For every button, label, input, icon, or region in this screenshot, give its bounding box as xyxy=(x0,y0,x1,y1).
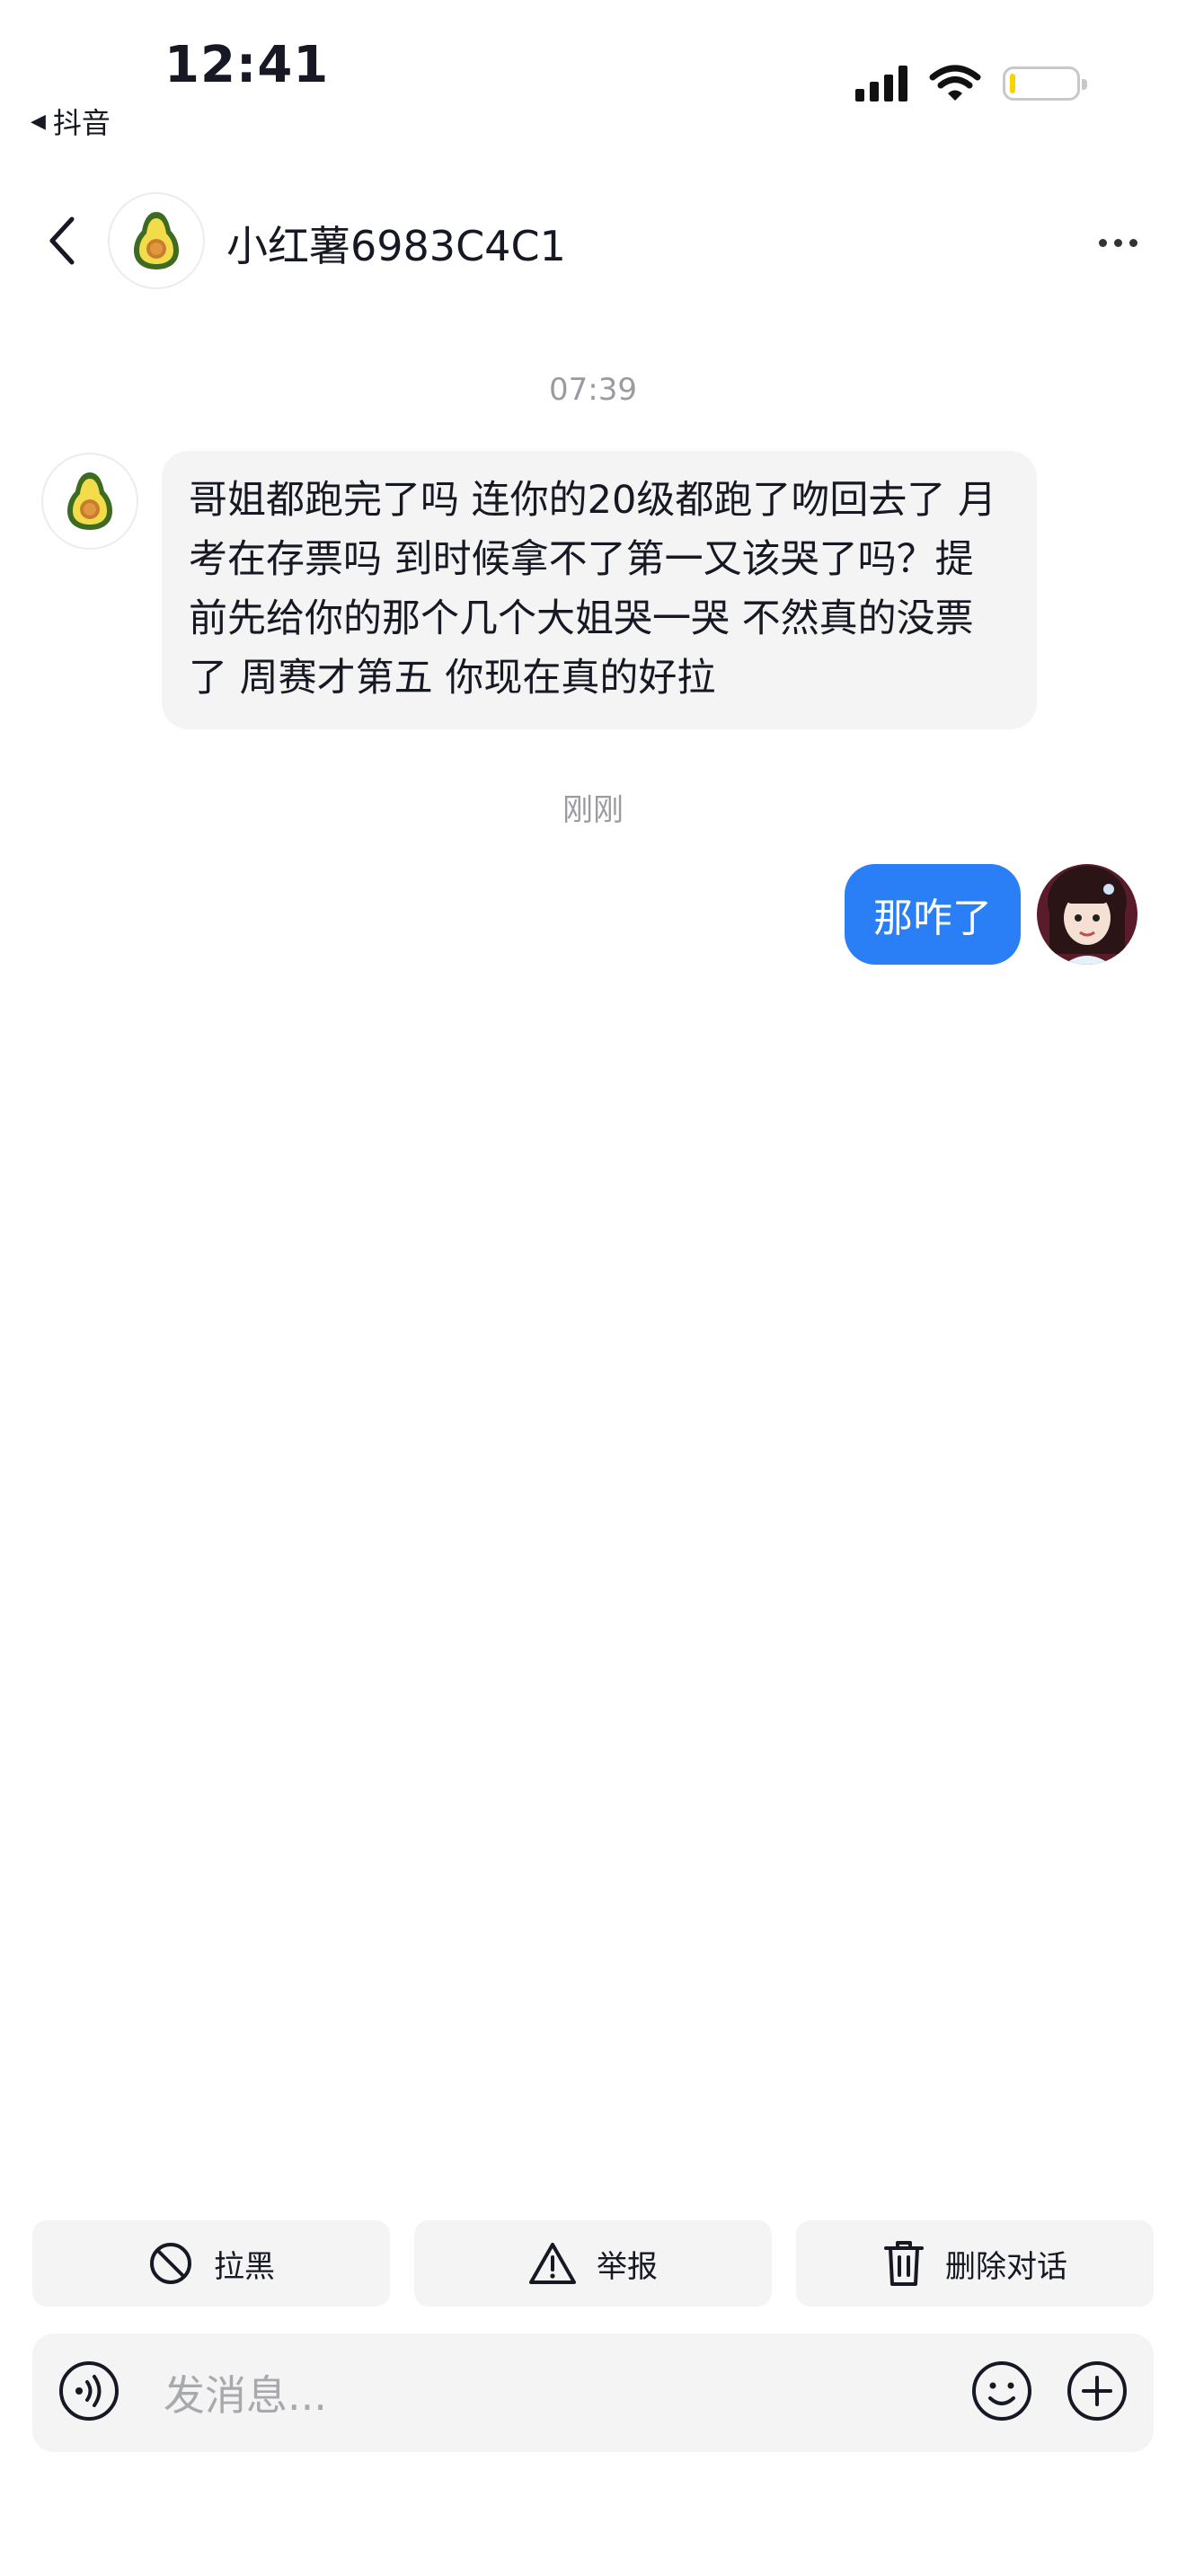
outgoing-message-bubble[interactable]: 那咋了 xyxy=(845,864,1021,965)
wifi-icon xyxy=(929,65,981,101)
report-button[interactable]: 举报 xyxy=(414,2220,772,2307)
more-dot-icon xyxy=(1099,238,1107,247)
plus-circle-icon xyxy=(1067,2361,1127,2421)
add-attachment-button[interactable] xyxy=(1066,2360,1128,2426)
block-button[interactable]: 拉黑 xyxy=(32,2220,390,2307)
sender-avatar[interactable] xyxy=(41,453,138,550)
conversation-actions: 拉黑 举报 删除对话 xyxy=(32,2220,1154,2307)
status-time: 12:41 xyxy=(164,36,330,94)
trash-icon xyxy=(884,2241,924,2286)
block-label: 拉黑 xyxy=(214,2248,275,2285)
delete-label: 删除对话 xyxy=(945,2248,1067,2285)
avocado-icon xyxy=(134,212,179,269)
status-icons xyxy=(855,65,1087,102)
report-label: 举报 xyxy=(597,2248,658,2285)
chevron-left-icon xyxy=(49,216,75,265)
voice-icon xyxy=(59,2361,119,2421)
smiley-icon xyxy=(972,2361,1031,2421)
more-options-button[interactable] xyxy=(1099,225,1137,260)
message-timestamp: 刚刚 xyxy=(562,792,624,828)
delete-conversation-button[interactable]: 删除对话 xyxy=(796,2220,1154,2307)
contact-avatar[interactable] xyxy=(108,192,205,289)
voice-input-button[interactable] xyxy=(58,2360,120,2426)
message-timestamp: 07:39 xyxy=(549,372,637,408)
block-icon xyxy=(150,2243,191,2284)
back-button[interactable] xyxy=(40,214,84,268)
message-composer: 发消息... xyxy=(32,2333,1154,2452)
back-triangle-icon: ◀ xyxy=(31,110,46,133)
back-app-label: 抖音 xyxy=(52,106,111,140)
warning-icon xyxy=(529,2243,576,2284)
emoji-button[interactable] xyxy=(970,2360,1033,2426)
avocado-icon xyxy=(67,472,112,530)
incoming-message-bubble[interactable]: 哥姐都跑完了吗 连你的20级都跑了吻回去了 月考在存票吗 到时候拿不了第一又该哭… xyxy=(162,451,1037,729)
cellular-signal-icon xyxy=(855,66,907,101)
more-dot-icon xyxy=(1114,238,1122,247)
battery-icon xyxy=(1003,66,1087,101)
message-input[interactable]: 发消息... xyxy=(164,2363,970,2422)
back-to-app-link[interactable]: ◀ 抖音 xyxy=(31,101,111,142)
user-photo-avatar-icon xyxy=(1037,864,1137,965)
more-dot-icon xyxy=(1129,238,1137,247)
my-avatar[interactable] xyxy=(1037,864,1137,965)
contact-name[interactable]: 小红薯6983C4C1 xyxy=(226,214,566,273)
